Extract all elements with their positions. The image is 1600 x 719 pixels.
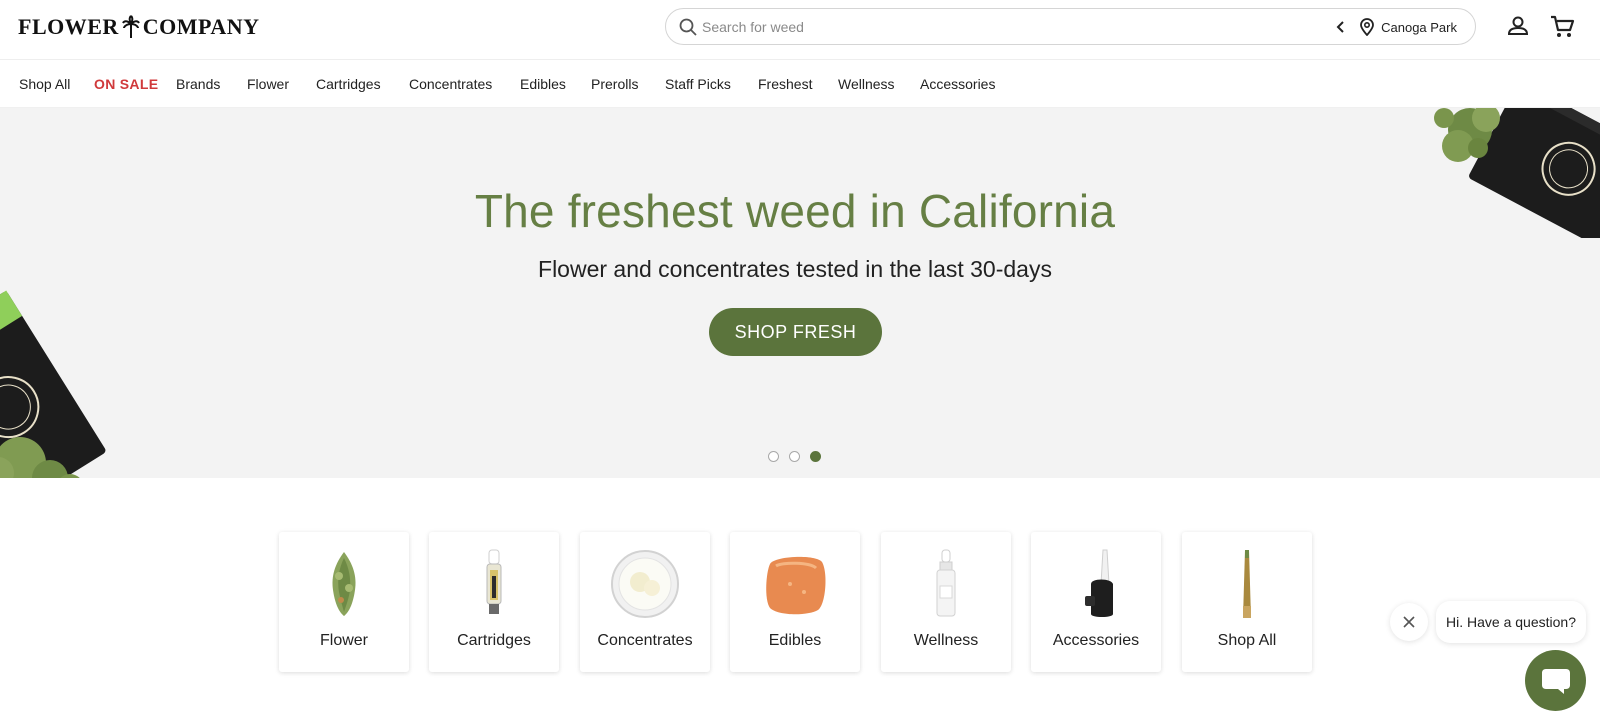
product-bag-image (0, 290, 106, 478)
nav-item-brands[interactable]: Brands (176, 76, 220, 92)
category-label: Cartridges (457, 632, 531, 649)
logo-text-right: COMPANY (142, 14, 260, 39)
category-card-wellness[interactable]: Wellness (881, 532, 1011, 672)
cart-icon[interactable] (1548, 12, 1576, 40)
category-label: Accessories (1052, 632, 1140, 649)
close-icon (1403, 616, 1415, 628)
flower-bud-icon (332, 552, 356, 616)
nav-item-on-sale[interactable]: ON SALE (94, 76, 158, 92)
map-pin-icon (1360, 18, 1375, 36)
category-card-concentrates[interactable]: Concentrates (580, 532, 710, 672)
nav-item-accessories[interactable]: Accessories (920, 76, 995, 92)
palm-tree-icon (121, 15, 140, 38)
category-label: Edibles (768, 632, 822, 649)
category-card-shop-all[interactable]: Shop All (1182, 532, 1312, 672)
category-label: Shop All (1217, 632, 1277, 649)
chat-dismiss-button[interactable] (1390, 603, 1428, 641)
chat-greeting-bubble[interactable]: Hi. Have a question? (1436, 601, 1586, 643)
location-name[interactable]: Canoga Park (1381, 20, 1457, 35)
hero-banner[interactable]: The freshest weed in California Flower a… (0, 108, 1600, 478)
tincture-bottle-icon (936, 549, 956, 617)
logo-text-left: FLOWER (18, 14, 119, 39)
site-header: FLOWER COMPANY Canoga Park (0, 0, 1600, 60)
hero-subtitle: Flower and concentrates tested in the la… (538, 256, 1052, 282)
category-label: Wellness (913, 632, 979, 649)
nav-item-concentrates[interactable]: Concentrates (409, 76, 492, 92)
category-label: Concentrates (597, 632, 693, 649)
nav-item-prerolls[interactable]: Prerolls (591, 76, 638, 92)
carousel-dot-2[interactable] (789, 451, 800, 462)
search-icon (679, 18, 697, 36)
carousel-dot-3[interactable] (810, 451, 821, 462)
vaporizer-icon (1085, 549, 1113, 617)
nav-item-edibles[interactable]: Edibles (520, 76, 566, 92)
carousel-dots (768, 451, 821, 463)
shop-fresh-button[interactable]: SHOP FRESH (709, 308, 882, 356)
nav-item-cartridges[interactable]: Cartridges (316, 76, 381, 92)
main-nav: Shop All ON SALE Brands Flower Cartridge… (0, 61, 1600, 108)
location-selector[interactable]: Canoga Park (1335, 16, 1457, 38)
search-input[interactable] (702, 15, 1302, 39)
carousel-dot-1[interactable] (768, 451, 779, 462)
chat-icon (1541, 668, 1570, 694)
nav-item-flower[interactable]: Flower (247, 76, 289, 92)
concentrate-jar-icon (611, 550, 679, 618)
hero-title: The freshest weed in California (474, 185, 1116, 237)
preroll-icon (1243, 550, 1251, 618)
category-card-edibles[interactable]: Edibles (730, 532, 860, 672)
logo[interactable]: FLOWER COMPANY (18, 14, 260, 40)
nav-item-wellness[interactable]: Wellness (838, 76, 895, 92)
nav-item-staff-picks[interactable]: Staff Picks (665, 76, 731, 92)
category-card-cartridges[interactable]: Cartridges (429, 532, 559, 672)
search-bar[interactable]: Canoga Park (665, 8, 1476, 45)
nav-item-shop-all[interactable]: Shop All (19, 76, 70, 92)
gummy-icon (766, 556, 826, 615)
category-card-flower[interactable]: Flower (279, 532, 409, 672)
category-card-accessories[interactable]: Accessories (1031, 532, 1161, 672)
chat-launcher-button[interactable] (1525, 650, 1586, 711)
category-label: Flower (319, 632, 368, 649)
nav-item-freshest[interactable]: Freshest (758, 76, 812, 92)
chevron-left-icon[interactable] (1335, 20, 1347, 34)
account-icon[interactable] (1505, 13, 1531, 39)
cartridge-icon (486, 549, 502, 614)
